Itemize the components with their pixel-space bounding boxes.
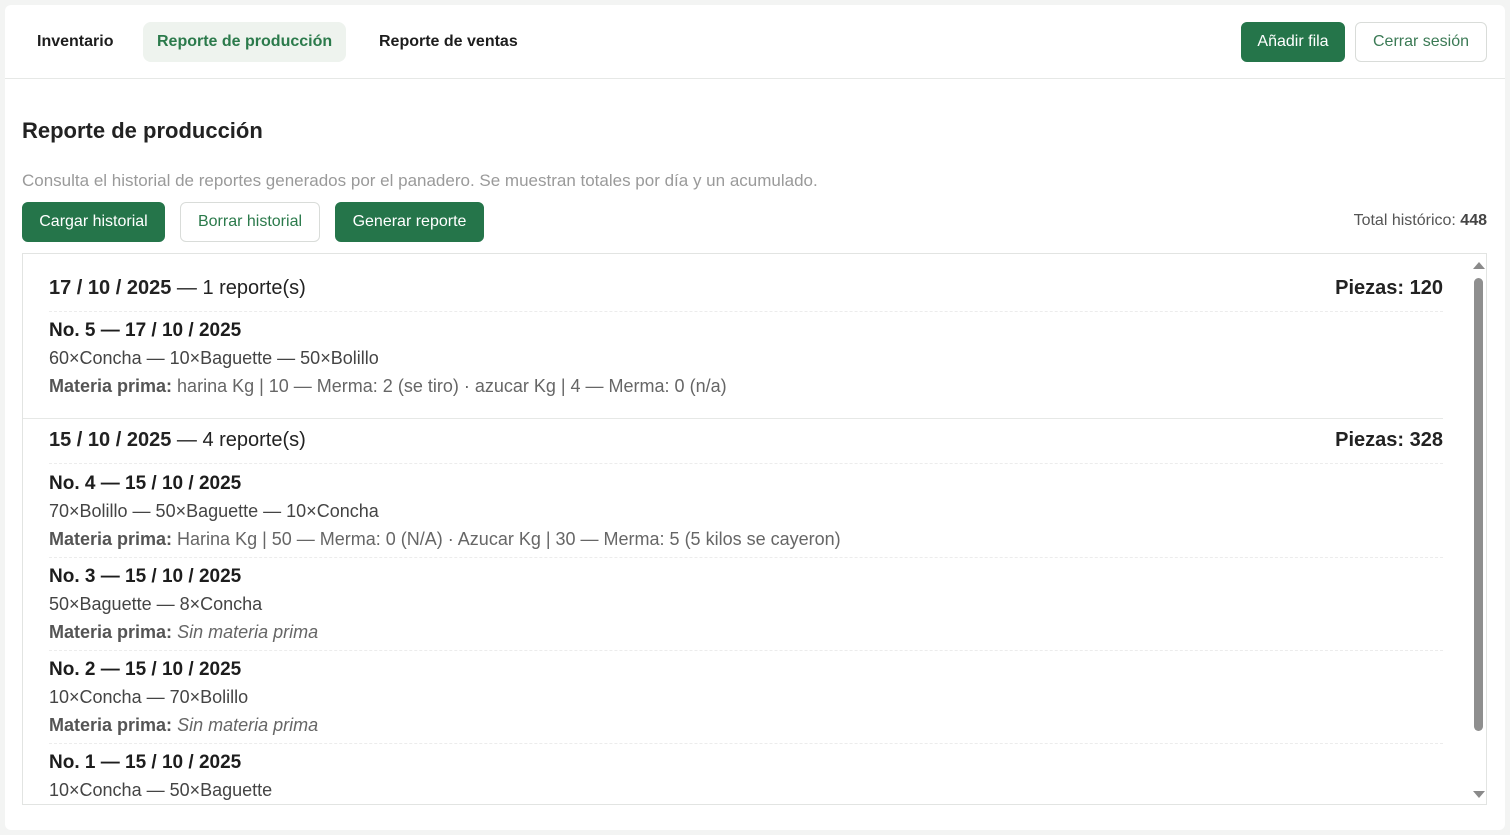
logout-button[interactable]: Cerrar sesión bbox=[1355, 22, 1487, 62]
report-raw-materials: Materia prima: Sin materia prima bbox=[49, 622, 1443, 643]
report-history-list[interactable]: 17 / 10 / 2025 — 1 reporte(s) Piezas: 12… bbox=[22, 253, 1487, 805]
day-header: 17 / 10 / 2025 — 1 reporte(s) Piezas: 12… bbox=[49, 254, 1443, 312]
day-report-count: — 4 reporte(s) bbox=[171, 429, 306, 451]
scroll-down-arrow-icon[interactable] bbox=[1473, 791, 1485, 798]
generate-report-button[interactable]: Generar reporte bbox=[335, 202, 484, 242]
day-header: 15 / 10 / 2025 — 4 reporte(s) Piezas: 32… bbox=[49, 406, 1443, 464]
raw-materials-value: Harina Kg | 50 — Merma: 0 (N/A) · Azucar… bbox=[172, 529, 841, 549]
report-title: No. 3 — 15 / 10 / 2025 bbox=[49, 566, 242, 587]
clear-history-button[interactable]: Borrar historial bbox=[180, 202, 320, 242]
report-title: No. 2 — 15 / 10 / 2025 bbox=[49, 659, 242, 680]
report-item: No. 1 — 15 / 10 / 2025 10×Concha — 50×Ba… bbox=[49, 744, 1443, 804]
report-raw-materials: Materia prima: Harina Kg | 50 — Merma: 0… bbox=[49, 529, 1443, 550]
historic-total: Total histórico: 448 bbox=[1354, 212, 1487, 230]
day-date: 15 / 10 / 2025 — 4 reporte(s) bbox=[49, 429, 306, 452]
report-title: No. 5 — 17 / 10 / 2025 bbox=[49, 320, 242, 341]
raw-materials-empty: Sin materia prima bbox=[177, 622, 319, 642]
raw-materials-label: Materia prima: bbox=[49, 376, 173, 396]
tab-reporte-ventas[interactable]: Reporte de ventas bbox=[365, 22, 532, 62]
list-scrollbar[interactable] bbox=[1470, 254, 1486, 804]
report-products: 70×Bolillo — 50×Baguette — 10×Concha bbox=[49, 501, 379, 521]
report-products: 10×Concha — 50×Baguette bbox=[49, 780, 273, 800]
report-title: No. 1 — 15 / 10 / 2025 bbox=[49, 752, 242, 773]
day-date: 17 / 10 / 2025 — 1 reporte(s) bbox=[49, 277, 306, 300]
add-row-button[interactable]: Añadir fila bbox=[1241, 22, 1345, 62]
historic-total-value: 448 bbox=[1460, 212, 1487, 229]
raw-materials-value: harina Kg | 10 — Merma: 2 (se tiro) · az… bbox=[172, 376, 727, 396]
day-pieces: Piezas: 328 bbox=[1335, 429, 1443, 451]
report-raw-materials: Materia prima: harina Kg | 10 — Merma: 2… bbox=[49, 376, 1443, 397]
report-item: No. 4 — 15 / 10 / 2025 70×Bolillo — 50×B… bbox=[49, 464, 1443, 558]
page-subtitle: Consulta el historial de reportes genera… bbox=[22, 171, 818, 190]
tab-inventario[interactable]: Inventario bbox=[23, 22, 127, 62]
report-raw-materials: Materia prima: Sin materia prima bbox=[49, 715, 1443, 736]
historic-total-label: Total histórico: bbox=[1353, 212, 1456, 229]
report-item: No. 5 — 17 / 10 / 2025 60×Concha — 10×Ba… bbox=[49, 312, 1443, 417]
raw-materials-label: Materia prima: bbox=[49, 529, 173, 549]
day-report-count: — 1 reporte(s) bbox=[171, 277, 306, 299]
report-item: No. 3 — 15 / 10 / 2025 50×Baguette — 8×C… bbox=[49, 558, 1443, 651]
top-nav: Inventario Reporte de producción Reporte… bbox=[5, 5, 1505, 79]
app-card: Inventario Reporte de producción Reporte… bbox=[5, 5, 1505, 830]
report-title: No. 4 — 15 / 10 / 2025 bbox=[49, 473, 242, 494]
report-products: 10×Concha — 70×Bolillo bbox=[49, 687, 249, 707]
day-pieces: Piezas: 120 bbox=[1335, 277, 1443, 299]
report-products: 60×Concha — 10×Baguette — 50×Bolillo bbox=[49, 348, 379, 368]
tab-reporte-produccion[interactable]: Reporte de producción bbox=[143, 22, 347, 62]
report-item: No. 2 — 15 / 10 / 2025 10×Concha — 70×Bo… bbox=[49, 651, 1443, 744]
raw-materials-label: Materia prima: bbox=[49, 715, 173, 735]
scroll-up-arrow-icon[interactable] bbox=[1473, 262, 1485, 269]
raw-materials-label: Materia prima: bbox=[49, 622, 173, 642]
raw-materials-empty: Sin materia prima bbox=[177, 715, 319, 735]
load-history-button[interactable]: Cargar historial bbox=[22, 202, 165, 242]
page-title: Reporte de producción bbox=[22, 118, 263, 143]
scroll-thumb[interactable] bbox=[1474, 278, 1483, 731]
day-group: 15 / 10 / 2025 — 4 reporte(s) Piezas: 32… bbox=[36, 406, 1456, 804]
report-products: 50×Baguette — 8×Concha bbox=[49, 594, 263, 614]
day-date-value: 15 / 10 / 2025 bbox=[49, 429, 172, 451]
day-date-value: 17 / 10 / 2025 bbox=[49, 277, 172, 299]
day-group: 17 / 10 / 2025 — 1 reporte(s) Piezas: 12… bbox=[36, 254, 1456, 417]
